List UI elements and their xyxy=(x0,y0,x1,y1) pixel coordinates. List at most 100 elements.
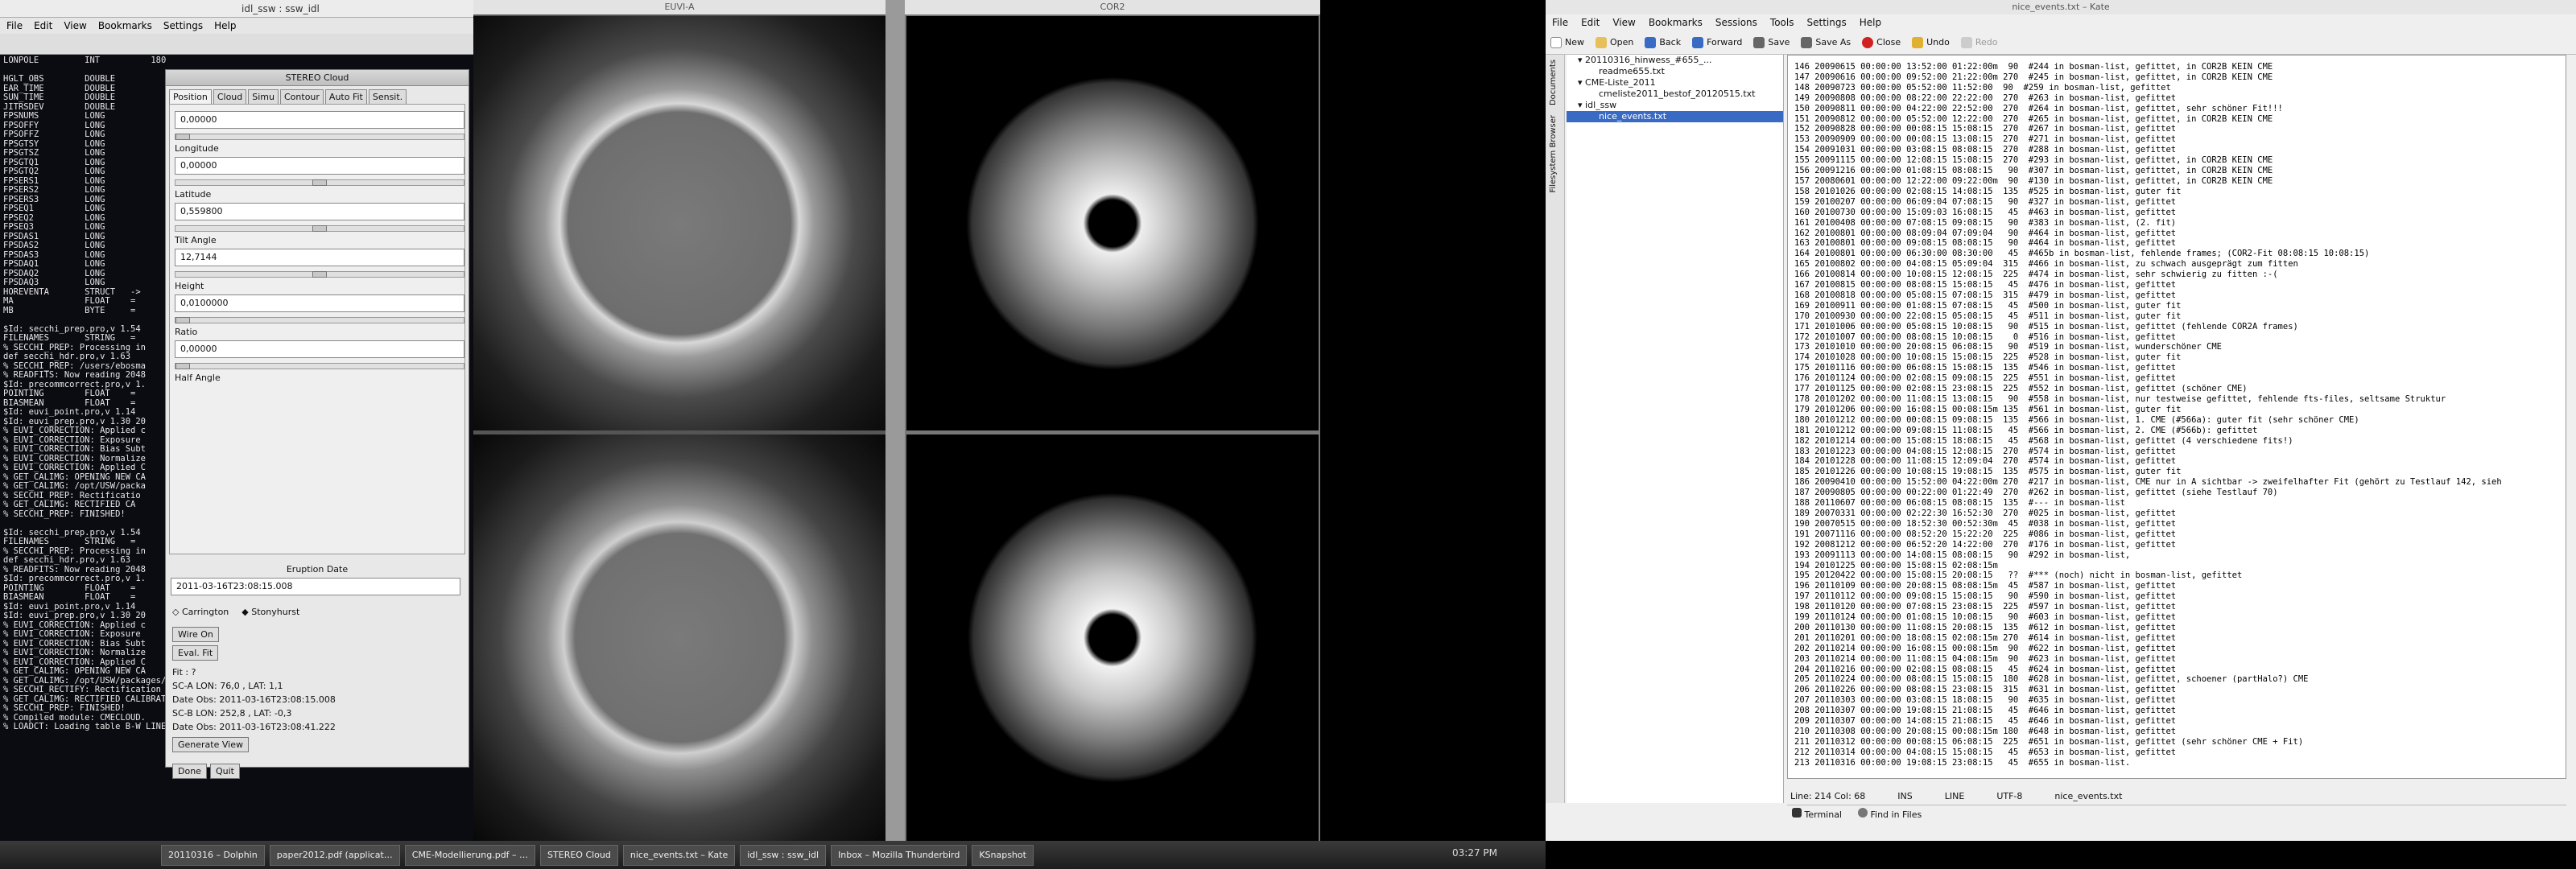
editor-line[interactable]: 171 20101006 00:00:00 05:08:15 10:08:15 … xyxy=(1794,322,2566,332)
editor-line[interactable]: 211 20110312 00:00:00 00:08:15 06:08:15 … xyxy=(1794,737,2566,748)
find-in-files-tab[interactable]: Find in Files xyxy=(1858,808,1922,820)
task-kate[interactable]: nice_events.txt – Kate xyxy=(622,844,736,866)
editor-line[interactable]: 183 20101223 00:00:00 04:08:15 12:08:15 … xyxy=(1794,447,2566,457)
editor-line[interactable]: 151 20090812 00:00:00 05:52:00 12:22:00 … xyxy=(1794,114,2566,125)
tab-simu[interactable]: Simu xyxy=(248,89,279,104)
editor-line[interactable]: 193 20091113 00:00:00 14:08:15 08:08:15 … xyxy=(1794,550,2566,561)
kate-menu-bookmarks[interactable]: Bookmarks xyxy=(1649,17,1703,28)
editor-line[interactable]: 170 20100930 00:00:00 22:08:15 05:08:15 … xyxy=(1794,311,2566,322)
editor-line[interactable]: 162 20100801 00:00:00 08:09:04 07:09:04 … xyxy=(1794,229,2566,239)
slider-handle[interactable] xyxy=(312,225,327,232)
tab-cloud[interactable]: Cloud xyxy=(213,89,247,104)
cor2-a-image[interactable] xyxy=(906,16,1319,430)
redo-button[interactable]: Redo xyxy=(1960,36,1998,48)
undo-button[interactable]: Undo xyxy=(1912,36,1950,48)
editor-line[interactable]: 160 20100730 00:00:00 15:09:03 16:08:15 … xyxy=(1794,208,2566,218)
editor-line[interactable]: 204 20110216 00:00:00 02:08:15 08:08:15 … xyxy=(1794,665,2566,675)
kate-menu-help[interactable]: Help xyxy=(1860,17,1881,28)
editor-line[interactable]: 180 20101212 00:00:00 00:08:15 09:08:15 … xyxy=(1794,415,2566,426)
done-button[interactable]: Done xyxy=(172,764,207,779)
eval-fit-button[interactable]: Eval. Fit xyxy=(172,645,219,661)
editor-line[interactable]: 209 20110307 00:00:00 14:08:15 21:08:15 … xyxy=(1794,716,2566,727)
slider-handle[interactable] xyxy=(175,363,190,369)
editor-line[interactable]: 146 20090615 00:00:00 13:52:00 01:22:00m… xyxy=(1794,62,2566,72)
editor-line[interactable]: 161 20100408 00:00:00 07:08:15 09:08:15 … xyxy=(1794,218,2566,229)
editor-line[interactable]: 167 20100815 00:00:00 08:08:15 15:08:15 … xyxy=(1794,280,2566,290)
idl-menu-settings[interactable]: Settings xyxy=(163,20,203,31)
value-slider[interactable] xyxy=(175,225,464,232)
editor-line[interactable]: 175 20101116 00:00:00 06:08:15 15:08:15 … xyxy=(1794,363,2566,373)
editor-line[interactable]: 186 20090410 00:00:00 15:52:00 04:22:00m… xyxy=(1794,477,2566,488)
kate-menu-settings[interactable]: Settings xyxy=(1806,17,1846,28)
back-button[interactable]: Back xyxy=(1645,36,1681,48)
editor-line[interactable]: 164 20100801 00:00:00 06:30:00 08:30:00 … xyxy=(1794,249,2566,259)
quit-button[interactable]: Quit xyxy=(209,764,240,779)
editor-text[interactable]: 146 20090615 00:00:00 13:52:00 01:22:00m… xyxy=(1788,56,2566,768)
tree-folder-idl-ssw[interactable]: ▾ idl_ssw xyxy=(1567,100,1783,111)
radio-stonyhurst[interactable]: ◆ Stonyhurst xyxy=(242,607,299,617)
editor-line[interactable]: 203 20110214 00:00:00 11:08:15 04:08:15m… xyxy=(1794,654,2566,665)
editor-line[interactable]: 165 20100802 00:00:00 04:08:15 05:09:04 … xyxy=(1794,259,2566,270)
editor-line[interactable]: 172 20101007 00:00:00 08:08:15 10:08:15 … xyxy=(1794,332,2566,343)
editor-line[interactable]: 194 20101225 00:00:00 15:08:15 02:08:15m xyxy=(1794,561,2566,571)
value-slider[interactable] xyxy=(175,363,464,369)
slider-handle[interactable] xyxy=(312,271,327,278)
editor-line[interactable]: 201 20110201 00:00:00 18:08:15 02:08:15m… xyxy=(1794,633,2566,644)
kate-menu-edit[interactable]: Edit xyxy=(1581,17,1600,28)
editor-line[interactable]: 155 20091115 00:00:00 12:08:15 15:08:15 … xyxy=(1794,155,2566,166)
encoding[interactable]: UTF-8 xyxy=(1996,791,2022,801)
editor-line[interactable]: 150 20090811 00:00:00 04:22:00 22:52:00 … xyxy=(1794,104,2566,114)
editor-line[interactable]: 208 20110307 00:00:00 19:08:15 21:08:15 … xyxy=(1794,706,2566,716)
value-field[interactable]: 0,559800 xyxy=(175,203,464,220)
tree-file-cmeliste[interactable]: cmeliste2011_bestof_20120515.txt xyxy=(1567,89,1783,100)
sidebar-tab-filesystem[interactable]: Filesystem Browser xyxy=(1546,110,1561,198)
editor-line[interactable]: 205 20110224 00:00:00 08:08:15 15:08:15 … xyxy=(1794,674,2566,685)
editor-line[interactable]: 177 20101125 00:00:00 02:08:15 23:08:15 … xyxy=(1794,384,2566,394)
editor-line[interactable]: 198 20110120 00:00:00 07:08:15 23:08:15 … xyxy=(1794,602,2566,612)
editor-line[interactable]: 196 20110109 00:00:00 20:08:15 08:08:15m… xyxy=(1794,581,2566,591)
editor-line[interactable]: 185 20101226 00:00:00 10:08:15 19:08:15 … xyxy=(1794,467,2566,477)
value-field[interactable]: 0,00000 xyxy=(175,157,464,175)
editor-line[interactable]: 206 20110226 00:00:00 08:08:15 23:08:15 … xyxy=(1794,685,2566,695)
slider-handle[interactable] xyxy=(312,179,327,186)
editor-line[interactable]: 163 20100801 00:00:00 09:08:15 08:08:15 … xyxy=(1794,238,2566,249)
terminal-tab[interactable]: Terminal xyxy=(1792,808,1842,820)
selection-mode[interactable]: LINE xyxy=(1945,791,1965,801)
radio-carrington[interactable]: ◇ Carrington xyxy=(172,607,229,617)
slider-handle[interactable] xyxy=(175,134,190,140)
idl-menu-view[interactable]: View xyxy=(64,20,86,31)
kate-menu-sessions[interactable]: Sessions xyxy=(1715,17,1757,28)
euvi-a-image[interactable] xyxy=(473,16,886,430)
editor-line[interactable]: 197 20110112 00:00:00 09:08:15 15:08:15 … xyxy=(1794,591,2566,602)
editor-line[interactable]: 190 20070515 00:00:00 18:52:30 00:52:30m… xyxy=(1794,519,2566,529)
editor-line[interactable]: 159 20100207 00:00:00 06:09:04 07:08:15 … xyxy=(1794,197,2566,208)
task-paper-pdf[interactable]: paper2012.pdf (applicat… xyxy=(269,844,400,866)
value-field[interactable]: 0,00000 xyxy=(175,340,464,358)
sidebar-tab-documents[interactable]: Documents xyxy=(1546,55,1561,110)
editor-line[interactable]: 188 20110607 00:00:00 06:08:15 08:08:15 … xyxy=(1794,498,2566,509)
insert-mode[interactable]: INS xyxy=(1897,791,1912,801)
editor-line[interactable]: 174 20101028 00:00:00 10:08:15 15:08:15 … xyxy=(1794,352,2566,363)
tree-folder-20110316[interactable]: ▾ 20110316_hinwess_#655_... xyxy=(1567,55,1783,66)
editor-line[interactable]: 166 20100814 00:00:00 10:08:15 12:08:15 … xyxy=(1794,270,2566,280)
editor-line[interactable]: 148 20090723 00:00:00 05:52:00 11:52:00 … xyxy=(1794,83,2566,93)
task-thunderbird[interactable]: Inbox – Mozilla Thunderbird xyxy=(831,844,968,866)
value-field[interactable]: 12,7144 xyxy=(175,249,464,266)
task-idl[interactable]: idl_ssw : ssw_idl xyxy=(740,844,827,866)
open-button[interactable]: Open xyxy=(1596,36,1633,48)
editor-line[interactable]: 153 20090909 00:00:00 00:08:15 13:08:15 … xyxy=(1794,134,2566,145)
idl-menu-file[interactable]: File xyxy=(6,20,23,31)
eruption-date-field[interactable]: 2011-03-16T23:08:15.008 xyxy=(171,578,460,595)
editor-line[interactable]: 178 20101202 00:00:00 11:08:15 13:08:15 … xyxy=(1794,394,2566,405)
slider-handle[interactable] xyxy=(175,317,190,323)
task-ksnapshot[interactable]: KSnapshot xyxy=(972,844,1034,866)
editor-line[interactable]: 179 20101206 00:00:00 16:08:15 00:08:15m… xyxy=(1794,405,2566,415)
editor-line[interactable]: 158 20101026 00:00:00 02:08:15 14:08:15 … xyxy=(1794,187,2566,197)
editor-line[interactable]: 200 20110130 00:00:00 11:08:15 20:08:15 … xyxy=(1794,623,2566,633)
editor-line[interactable]: 176 20101124 00:00:00 02:08:15 09:08:15 … xyxy=(1794,373,2566,384)
editor-line[interactable]: 149 20090808 00:00:00 08:22:00 22:22:00 … xyxy=(1794,93,2566,104)
kate-menu-file[interactable]: File xyxy=(1552,17,1568,28)
new-button[interactable]: New xyxy=(1550,36,1584,48)
editor-line[interactable]: 152 20090828 00:00:00 00:08:15 15:08:15 … xyxy=(1794,124,2566,134)
close-button[interactable]: Close xyxy=(1862,36,1901,48)
